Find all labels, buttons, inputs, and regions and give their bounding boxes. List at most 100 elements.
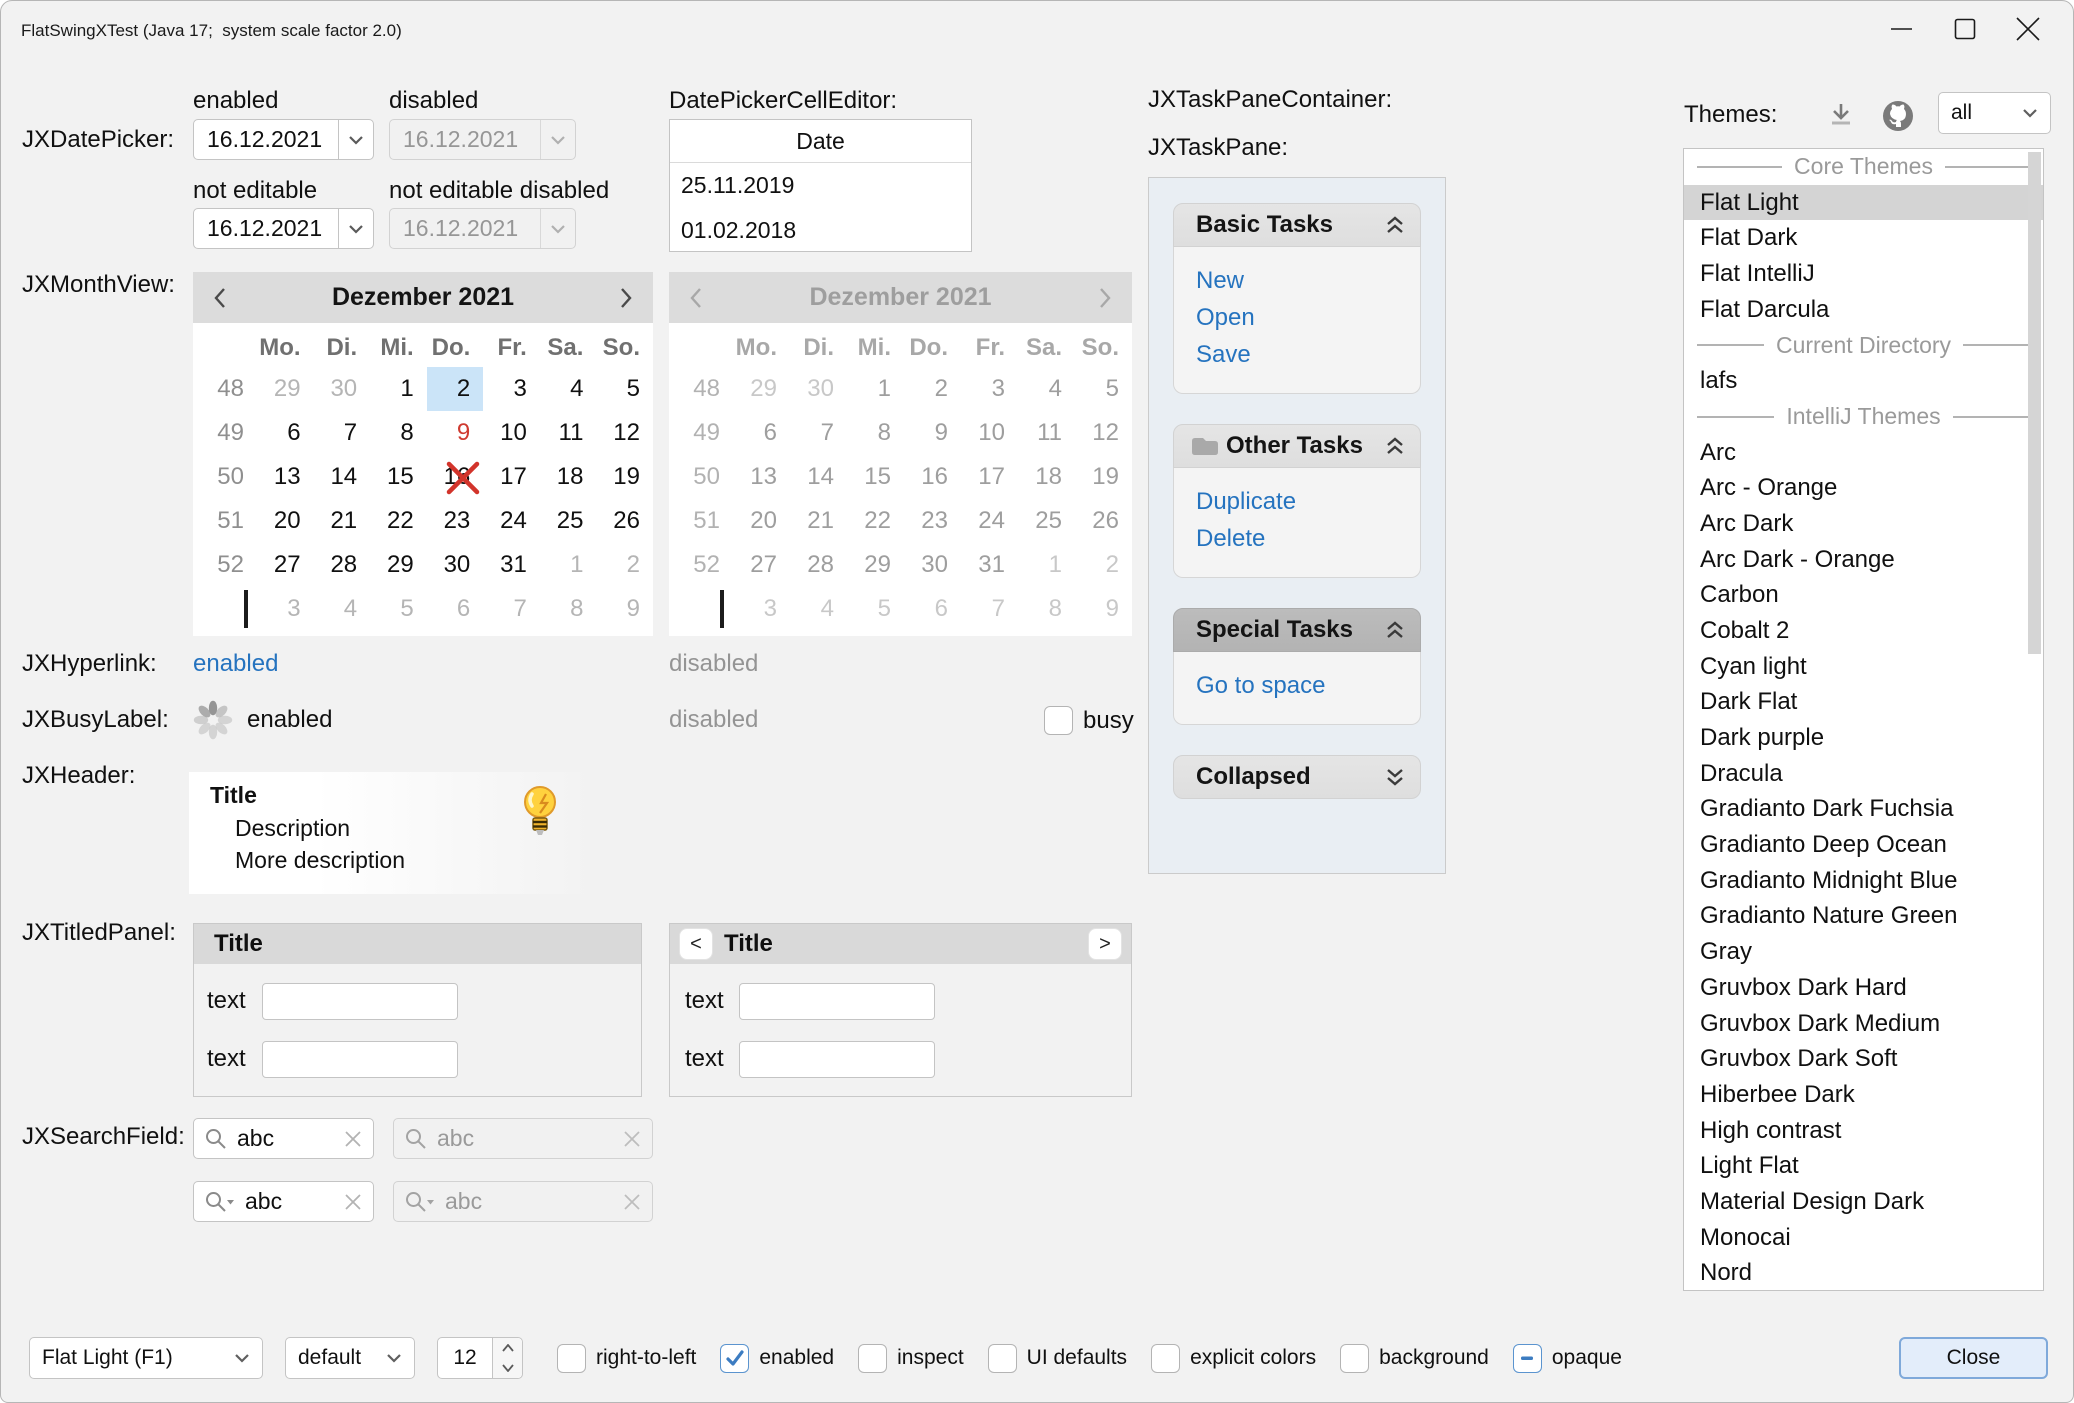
taskpane-header[interactable]: Other Tasks [1173,424,1421,468]
theme-list-item[interactable]: Gruvbox Dark Hard [1684,970,2043,1006]
themes-list[interactable]: Core ThemesFlat LightFlat DarkFlat Intel… [1683,148,2044,1291]
calendar-day[interactable]: 3 [483,367,540,411]
theme-list-item[interactable]: Gradianto Nature Green [1684,898,2043,934]
theme-list-item[interactable]: Gruvbox Dark Medium [1684,1006,2043,1042]
table-row[interactable]: 01.02.2018 [670,208,971,253]
calendar-day[interactable]: 4 [314,587,371,631]
close-window-button[interactable] [1996,1,2059,56]
taskpane-header[interactable]: Special Tasks [1173,608,1421,652]
clear-icon[interactable] [343,1129,363,1149]
theme-list-item[interactable]: Cobalt 2 [1684,613,2043,649]
checkbox-box[interactable] [557,1344,586,1373]
checkbox-UI-defaults[interactable]: UI defaults [988,1344,1127,1373]
theme-list-item[interactable]: Arc [1684,435,2043,471]
download-icon[interactable] [1827,101,1855,134]
text-input[interactable] [739,983,935,1020]
theme-list-item[interactable]: Dark Flat [1684,684,2043,720]
calendar-day[interactable]: 9 [427,411,484,455]
calendar-day[interactable]: 4 [540,367,597,411]
theme-list-item[interactable]: Gray [1684,934,2043,970]
calendar-day[interactable]: 3 [257,587,314,631]
theme-list-item[interactable]: Nord [1684,1255,2043,1291]
checkbox-box[interactable] [988,1344,1017,1373]
title-left-button[interactable]: < [679,928,713,960]
taskpane-link[interactable]: Open [1196,299,1398,336]
theme-list-item[interactable]: Cyan light [1684,649,2043,685]
calendar-day[interactable]: 7 [483,587,540,631]
chevron-down-icon[interactable] [338,120,373,159]
datepicker-not-editable[interactable]: 16.12.2021 [193,208,374,249]
checkbox-box[interactable] [720,1344,749,1373]
checkbox-opaque[interactable]: opaque [1513,1344,1622,1373]
calendar-day[interactable]: 5 [596,367,653,411]
calendar-day[interactable]: 8 [540,587,597,631]
taskpane-link[interactable]: Save [1196,336,1398,373]
theme-list-item[interactable]: Light Flat [1684,1148,2043,1184]
theme-list-item[interactable]: Flat IntelliJ [1684,256,2043,292]
checkbox-background[interactable]: background [1340,1344,1489,1373]
calendar-day[interactable]: 9 [596,587,653,631]
clear-icon[interactable] [343,1192,363,1212]
minimize-button[interactable] [1870,1,1933,56]
calendar-day[interactable]: 31 [483,543,540,587]
calendar-day[interactable]: 29 [257,367,314,411]
themes-filter-combo[interactable]: all [1938,92,2051,134]
checkbox-enabled[interactable]: enabled [720,1344,834,1373]
table-row[interactable]: 25.11.2019 [670,163,971,208]
calendar-day[interactable]: 21 [314,499,371,543]
checkbox-box[interactable] [1340,1344,1369,1373]
checkbox-explicit-colors[interactable]: explicit colors [1151,1344,1316,1373]
calendar-day[interactable]: 22 [370,499,427,543]
table-header-date[interactable]: Date [670,120,971,163]
theme-list-item[interactable]: Flat Light [1684,185,2043,221]
title-bar[interactable]: FlatSwingXTest (Java 17; system scale fa… [1,1,2073,56]
datepicker-enabled[interactable]: 16.12.2021 [193,119,374,160]
text-input[interactable] [262,1041,458,1078]
calendar-day[interactable]: 26 [596,499,653,543]
font-size-spinner[interactable]: 12 [437,1337,523,1379]
calendar-day[interactable]: 20 [257,499,314,543]
theme-list-item[interactable]: High contrast [1684,1113,2043,1149]
calendar-day[interactable]: 28 [314,543,371,587]
spinner-up-icon[interactable] [493,1338,522,1358]
checkbox-box[interactable] [1513,1344,1542,1373]
calendar-day[interactable]: 1 [540,543,597,587]
celleditor-table[interactable]: Date 25.11.201901.02.2018 [669,119,972,252]
checkbox-box[interactable] [1044,706,1073,735]
calendar-day[interactable]: 17 [483,455,540,499]
calendar-day[interactable]: 10 [483,411,540,455]
maximize-button[interactable] [1933,1,1996,56]
theme-list-item[interactable]: Material Design Dark [1684,1184,2043,1220]
calendar-day[interactable]: 13 [257,455,314,499]
theme-list-item[interactable]: Gradianto Midnight Blue [1684,863,2043,899]
text-input[interactable] [739,1041,935,1078]
hyperlink-enabled[interactable]: enabled [193,650,278,678]
text-input[interactable] [262,983,458,1020]
checkbox-right-to-left[interactable]: right-to-left [557,1344,696,1373]
theme-list-item[interactable]: Carbon [1684,577,2043,613]
theme-list-item[interactable]: Arc - Orange [1684,470,2043,506]
calendar-day[interactable]: 14 [314,455,371,499]
calendar-day[interactable]: 2 [596,543,653,587]
checkbox-box[interactable] [1151,1344,1180,1373]
calendar-day[interactable]: 2 [427,367,484,411]
chevron-down-icon[interactable] [338,209,373,248]
theme-list-item[interactable]: Arc Dark [1684,506,2043,542]
calendar-day[interactable]: 30 [427,543,484,587]
calendar-day[interactable]: 5 [370,587,427,631]
taskpane-header[interactable]: Basic Tasks [1173,203,1421,247]
taskpane-header[interactable]: Collapsed [1173,755,1421,799]
close-button[interactable]: Close [1899,1337,2048,1379]
theme-list-item[interactable]: Gradianto Dark Fuchsia [1684,791,2043,827]
style-combo[interactable]: default [285,1337,415,1379]
search-menu-icon[interactable] [204,1190,236,1214]
title-right-button[interactable]: > [1088,928,1122,960]
theme-list-item[interactable]: Arc Dark - Orange [1684,542,2043,578]
calendar-day[interactable]: 16 [427,455,484,499]
github-icon[interactable] [1881,99,1915,138]
theme-list-item[interactable]: lafs [1684,363,2043,399]
theme-list-item[interactable]: Flat Darcula [1684,292,2043,328]
calendar-day[interactable]: 27 [257,543,314,587]
search-field-enabled[interactable]: abc [193,1118,374,1159]
calendar-day[interactable]: 11 [540,411,597,455]
